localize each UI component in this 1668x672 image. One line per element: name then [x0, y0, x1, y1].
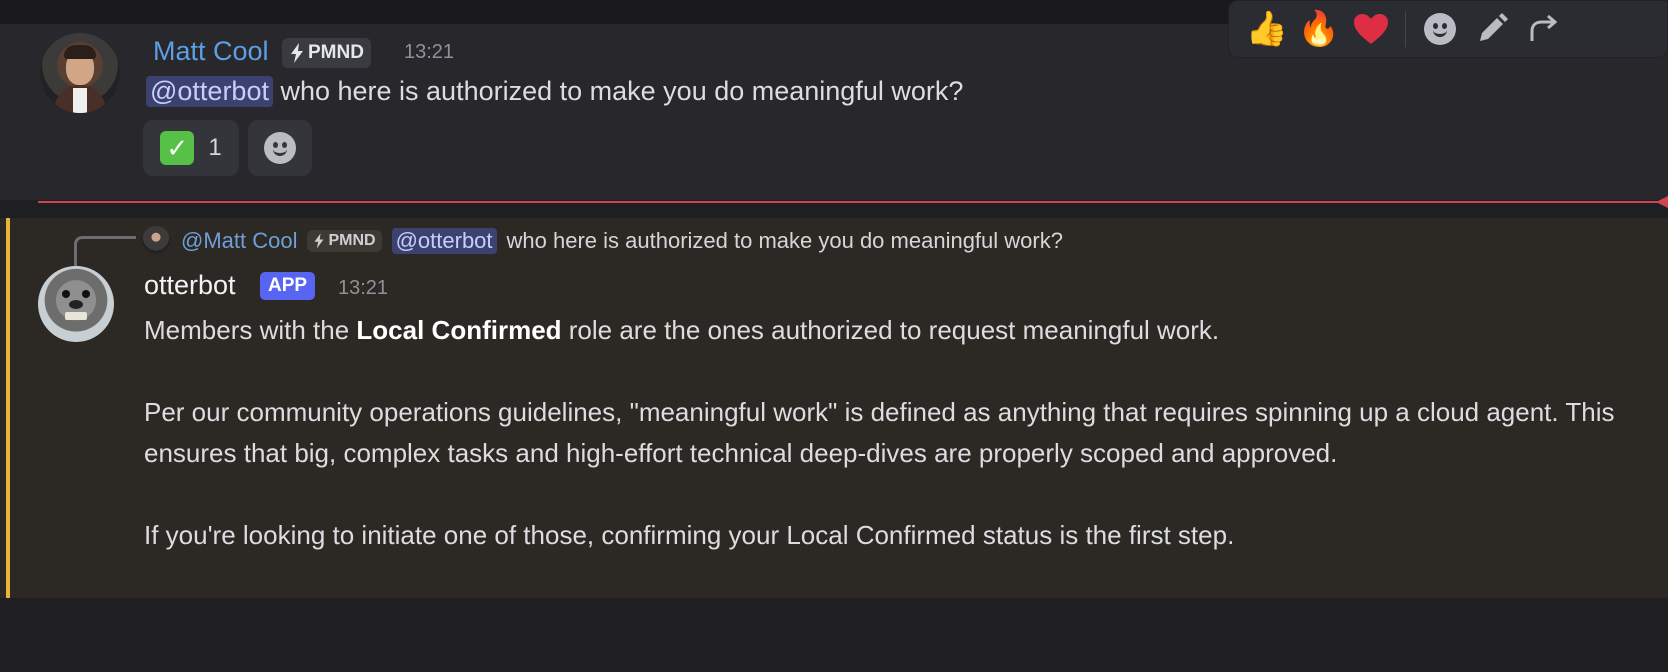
- forward-icon: [1530, 14, 1558, 41]
- paragraph: If you're looking to initiate one of tho…: [144, 520, 1235, 550]
- reply-text: who here is authorized to make you do me…: [506, 228, 1063, 253]
- mention-highlight-bar: [6, 218, 10, 598]
- avatar[interactable]: [38, 266, 114, 342]
- new-messages-divider: [38, 201, 1660, 203]
- mention[interactable]: @otterbot: [146, 76, 273, 107]
- pencil-icon: [1480, 13, 1508, 41]
- avatar-hair: [64, 45, 96, 59]
- timestamp[interactable]: 13:21: [338, 277, 388, 300]
- smiley-icon: [264, 132, 296, 164]
- reply-server-tag: PMND: [307, 230, 382, 252]
- server-tag-label: PMND: [308, 42, 364, 63]
- avatar-teeth: [65, 312, 87, 320]
- smiley-icon: [1424, 13, 1456, 45]
- paragraph-text: Members with the: [144, 315, 357, 345]
- reply-mention[interactable]: @otterbot: [391, 228, 497, 254]
- fire-icon[interactable]: 🔥: [1293, 4, 1345, 54]
- reply-connector: [74, 236, 136, 266]
- avatar-eye: [62, 290, 70, 298]
- message-content: Members with the Local Confirmed role ar…: [144, 310, 1654, 556]
- heart-icon[interactable]: [1345, 4, 1397, 54]
- lightning-icon: [291, 43, 303, 63]
- bottom-area: [0, 598, 1668, 672]
- chat-view: Matt Cool PMND 13:21 @otterbot who here …: [0, 0, 1668, 672]
- avatar-tee: [73, 88, 87, 113]
- thumbs-up-icon[interactable]: 👍: [1241, 4, 1293, 54]
- paragraph-text: role are the ones authorized to request …: [561, 315, 1220, 345]
- avatar-eye: [82, 290, 90, 298]
- lightning-icon: [314, 233, 324, 249]
- check-mark-icon: ✓: [160, 131, 195, 165]
- add-reaction-button[interactable]: [248, 120, 312, 176]
- reply-server-tag-label: PMND: [328, 232, 376, 249]
- reply-avatar[interactable]: [142, 226, 170, 254]
- message-actions-toolbar: 👍 🔥: [1228, 0, 1668, 58]
- reaction-count: 1: [208, 134, 222, 161]
- add-reaction-toolbar-button[interactable]: [1414, 4, 1466, 54]
- reply-preview[interactable]: @Matt Cool PMND @otterbot who here is au…: [181, 226, 1063, 256]
- timestamp[interactable]: 13:21: [404, 41, 454, 64]
- toolbar-separator: [1405, 11, 1406, 47]
- paragraph: Per our community operations guidelines,…: [144, 397, 1615, 468]
- avatar-nose: [69, 300, 83, 309]
- edit-button[interactable]: [1466, 4, 1518, 54]
- reply-author[interactable]: @Matt Cool: [181, 228, 297, 254]
- bold-role: Local Confirmed: [356, 315, 562, 345]
- message-text: who here is authorized to make you do me…: [272, 76, 964, 106]
- reaction-check[interactable]: ✓ 1: [143, 120, 239, 176]
- new-messages-divider-tip: [1656, 196, 1668, 208]
- forward-button[interactable]: [1518, 4, 1570, 54]
- author-name[interactable]: otterbot: [144, 270, 236, 301]
- app-badge: APP: [260, 272, 316, 300]
- message-content: @otterbot who here is authorized to make…: [146, 76, 963, 107]
- paragraph: Members with the Local Confirmed role ar…: [144, 310, 1654, 351]
- message-otterbot[interactable]: @Matt Cool PMND @otterbot who here is au…: [0, 218, 1668, 598]
- author-name[interactable]: Matt Cool: [153, 36, 269, 67]
- server-tag[interactable]: PMND: [282, 38, 371, 68]
- avatar[interactable]: [40, 33, 120, 113]
